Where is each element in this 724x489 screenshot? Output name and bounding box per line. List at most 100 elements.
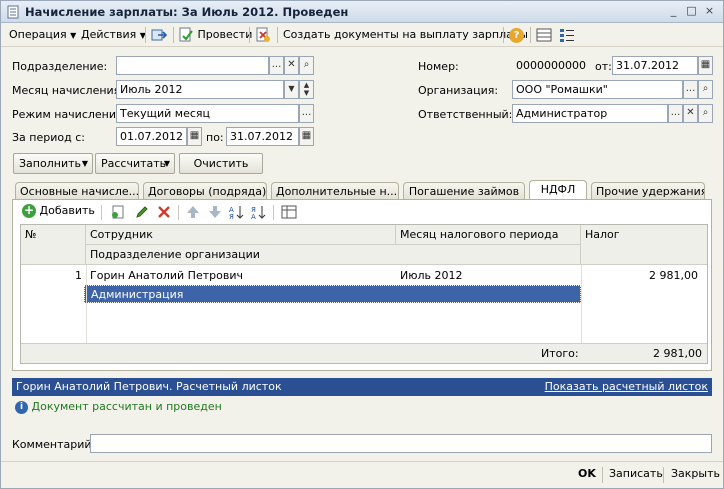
edit-row-button[interactable]: [134, 204, 150, 223]
toolbar-divider: [101, 205, 102, 220]
total-value: 2 981,00: [653, 347, 702, 360]
bottom-button-bar: OK Записать Закрыть: [1, 461, 723, 488]
toolbar-divider: [530, 27, 531, 43]
column-header-subdivision[interactable]: Подразделение организации: [86, 245, 581, 265]
copy-icon: [112, 205, 124, 219]
toolbar-divider: [602, 467, 603, 483]
row-tax-period[interactable]: Июль 2012: [396, 267, 581, 284]
sort-descending-button[interactable]: ЯA: [251, 204, 267, 223]
table-settings-button[interactable]: [281, 204, 297, 223]
maximize-button[interactable]: □: [684, 4, 699, 19]
toolbar-divider: [277, 27, 278, 43]
chevron-down-icon: ▼: [81, 159, 88, 168]
period-from-field[interactable]: 01.07.2012: [116, 127, 187, 146]
mode-field[interactable]: Текущий месяц: [116, 104, 299, 123]
total-label: Итого:: [541, 347, 579, 360]
subdivision-field[interactable]: [116, 56, 269, 75]
row-employee[interactable]: Горин Анатолий Петрович: [86, 267, 396, 284]
subdivision-select-button[interactable]: ...: [269, 56, 284, 75]
delete-row-button[interactable]: [156, 204, 172, 223]
close-window-button[interactable]: ×: [702, 4, 717, 19]
organization-field[interactable]: ООО "Ромашки": [512, 80, 683, 99]
column-header-tax[interactable]: Налог: [581, 225, 707, 265]
clear-icon: ✕: [686, 107, 695, 118]
table-row[interactable]: 1 Горин Анатолий Петрович Июль 2012 2 98…: [21, 265, 707, 305]
sort-ascending-icon: AЯ: [229, 206, 244, 221]
organization-open-button[interactable]: ⌕: [698, 80, 713, 99]
move-up-button[interactable]: [185, 204, 201, 223]
ok-button[interactable]: OK: [578, 467, 596, 480]
calendar-button[interactable]: ▦: [187, 127, 202, 146]
calendar-icon: ▦: [189, 130, 200, 141]
close-button[interactable]: Закрыть: [671, 467, 720, 480]
responsible-clear-button[interactable]: ✕: [683, 104, 698, 123]
period-to-label: по:: [206, 131, 224, 144]
subdivision-open-button[interactable]: ⌕: [299, 56, 314, 75]
move-icon: [151, 29, 167, 41]
calendar-button[interactable]: ▦: [299, 127, 314, 146]
tab-loan-repayment[interactable]: Погашение займов: [403, 182, 525, 200]
clear-button[interactable]: Очистить: [179, 153, 263, 174]
arrow-down-icon: [209, 206, 221, 218]
responsible-label: Ответственный:: [418, 108, 513, 121]
subdivision-clear-button[interactable]: ✕: [284, 56, 299, 75]
period-to-field[interactable]: 31.07.2012: [226, 127, 299, 146]
table-footer: Итого: 2 981,00: [21, 343, 707, 363]
structure-icon-button[interactable]: [536, 26, 552, 44]
mode-select-button[interactable]: ...: [299, 104, 314, 123]
post-button[interactable]: Провести: [178, 26, 252, 44]
tab-contracts[interactable]: Договоры (подряда): [143, 182, 267, 200]
tab-additional[interactable]: Дополнительные н...: [271, 182, 399, 200]
responsible-open-button[interactable]: ⌕: [698, 104, 713, 123]
search-icon: ⌕: [702, 83, 709, 94]
tab-ndfl[interactable]: НДФЛ: [529, 180, 587, 200]
organization-select-button[interactable]: ...: [683, 80, 698, 99]
minimize-button[interactable]: _: [666, 4, 681, 19]
column-header-tax-period[interactable]: Месяц налогового периода: [396, 225, 581, 245]
pencil-icon: [136, 206, 148, 218]
comment-field[interactable]: [90, 434, 712, 453]
move-icon-button[interactable]: [151, 26, 167, 44]
responsible-field[interactable]: Администратор: [512, 104, 668, 123]
chevron-down-icon: ▼: [288, 84, 295, 93]
sort-ascending-button[interactable]: AЯ: [229, 204, 245, 223]
month-field[interactable]: Июль 2012: [116, 80, 284, 99]
comment-label: Комментарий:: [12, 438, 96, 451]
clear-icon: ✕: [287, 59, 296, 70]
toolbar-divider: [178, 205, 179, 220]
responsible-select-button[interactable]: ...: [668, 104, 683, 123]
column-header-employee[interactable]: Сотрудник: [86, 225, 396, 245]
fill-button[interactable]: Заполнить ▼: [13, 153, 93, 174]
show-payslip-link[interactable]: Показать расчетный листок: [545, 378, 708, 396]
month-spin-button[interactable]: ▲ ▼: [299, 80, 314, 99]
copy-row-button[interactable]: [110, 204, 126, 223]
create-payment-docs-button[interactable]: Создать документы на выплату зарплаты: [283, 26, 528, 44]
mode-label: Режим начисления:: [12, 108, 127, 121]
column-header-num[interactable]: №: [21, 225, 86, 265]
save-button[interactable]: Записать: [609, 467, 663, 480]
settings-list-icon: [560, 29, 574, 42]
move-down-button[interactable]: [207, 204, 223, 223]
toolbar-divider: [173, 27, 174, 43]
calculate-button[interactable]: Рассчитать ▼: [95, 153, 175, 174]
month-dropdown-button[interactable]: ▼: [284, 80, 299, 99]
calendar-icon: ▦: [700, 59, 711, 70]
help-button[interactable]: ?: [509, 26, 524, 44]
toolbar-divider: [663, 467, 664, 483]
settings-list-icon-button[interactable]: [559, 26, 575, 44]
number-field[interactable]: 00000000001: [512, 56, 588, 75]
actions-menu[interactable]: Действия ▼: [81, 26, 146, 44]
operation-menu[interactable]: Операция ▼: [9, 26, 76, 44]
unpost-icon-button[interactable]: [255, 26, 271, 44]
row-tax[interactable]: 2 981,00: [581, 267, 702, 284]
toolbar-divider: [503, 27, 504, 43]
add-button[interactable]: + Добавить: [22, 204, 95, 218]
tab-other-deductions[interactable]: Прочие удержания: [591, 182, 705, 200]
actions-menu-label: Действия: [81, 28, 137, 41]
row-subdivision-selected[interactable]: Администрация: [84, 285, 581, 303]
calendar-button[interactable]: ▦: [698, 56, 713, 75]
month-label: Месяц начисления:: [12, 84, 124, 97]
date-field[interactable]: 31.07.2012: [612, 56, 698, 75]
tab-main-accruals[interactable]: Основные начисле...: [15, 182, 139, 200]
toolbar-divider: [273, 205, 274, 220]
